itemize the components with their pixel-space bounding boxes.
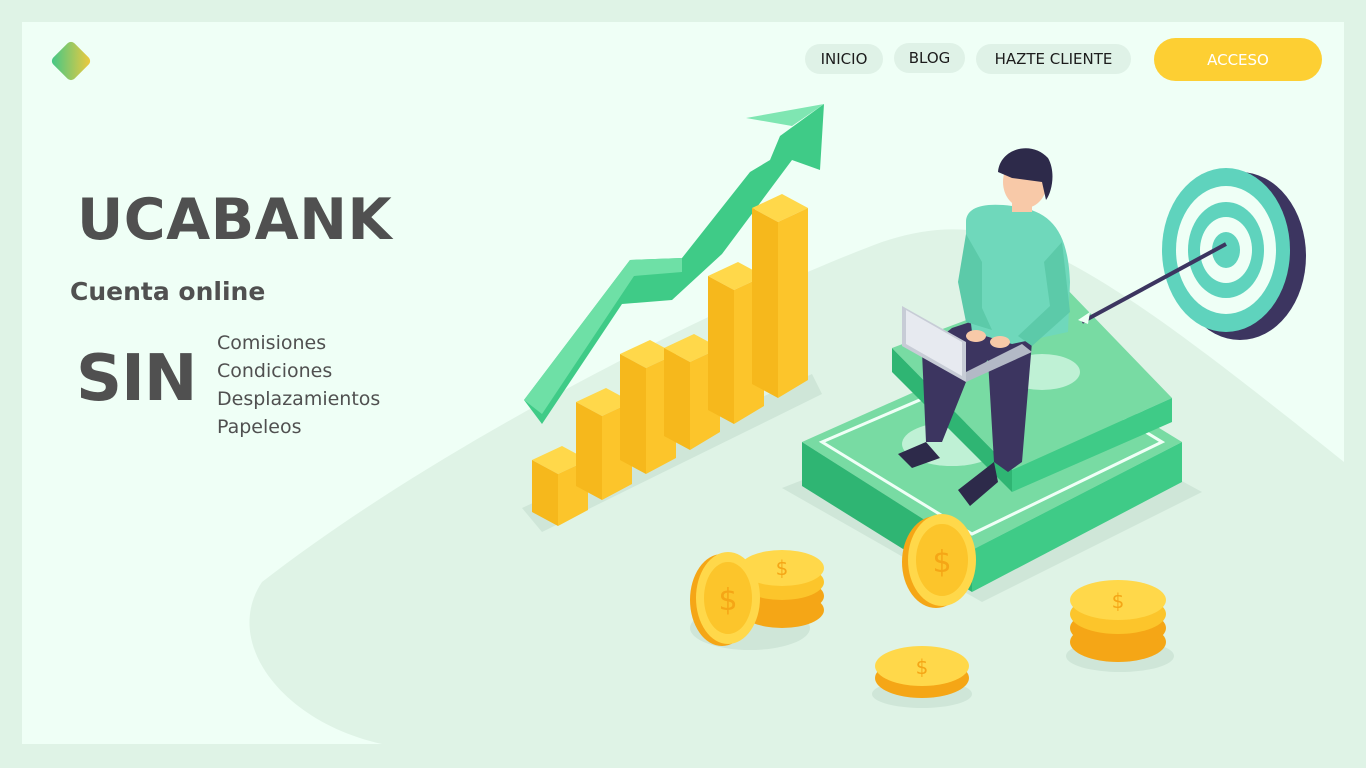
target-icon: [1078, 168, 1306, 340]
finance-illustration: $ $ $ $ $: [522, 104, 1306, 708]
svg-text:$: $: [932, 545, 951, 580]
svg-text:$: $: [1112, 589, 1125, 613]
svg-text:$: $: [718, 583, 737, 618]
svg-text:$: $: [776, 556, 789, 580]
page-card: INICIO BLOG HAZTE CLIENTE ACCESO UCABANK…: [22, 22, 1344, 744]
coins-icon: $ $ $ $ $: [690, 514, 1174, 708]
svg-text:$: $: [916, 655, 929, 679]
